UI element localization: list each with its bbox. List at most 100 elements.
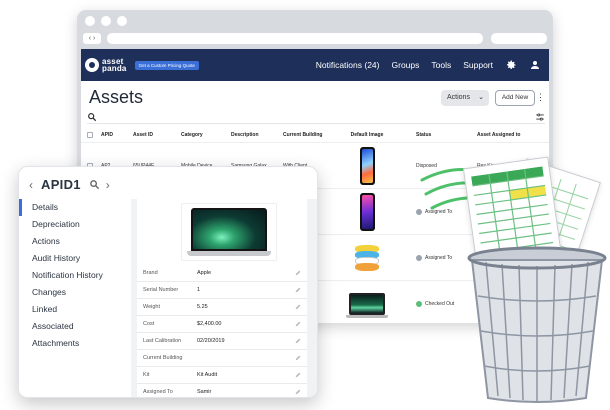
window-dot-minimize[interactable] — [101, 16, 111, 26]
panda-logo-icon — [85, 58, 99, 72]
status-dot — [416, 254, 422, 261]
cell-image — [346, 281, 388, 323]
field-label: Brand — [143, 270, 158, 276]
back-forward-buttons[interactable]: ‹ › — [83, 33, 101, 44]
laptop-image — [187, 208, 271, 256]
app-navbar: asset panda Get a Custom Pricing Quote N… — [81, 49, 549, 81]
field-row-serial-number[interactable]: Serial Number 1 — [137, 282, 307, 299]
col-assigned-to[interactable]: Asset Assigned to — [477, 127, 520, 142]
field-row-brand[interactable]: Brand Apple — [137, 265, 307, 282]
field-value: 5.25 — [197, 304, 208, 310]
trash-illustration — [420, 150, 610, 410]
marketing-illustration: ‹ › asset panda Get a Custom Pricing Quo… — [0, 0, 610, 410]
user-icon[interactable] — [529, 59, 541, 71]
trash-can-icon — [467, 246, 607, 403]
field-row-cost[interactable]: Cost $2,400.00 — [137, 316, 307, 333]
cell-image — [347, 189, 387, 234]
field-value: Samir — [197, 389, 212, 395]
field-value: 02/20/2019 — [197, 338, 225, 344]
nav-groups[interactable]: Groups — [392, 60, 420, 70]
col-apid[interactable]: APID — [101, 127, 113, 142]
table-header: APID Asset ID Category Description Curre… — [81, 127, 549, 143]
field-label: Assigned To — [143, 389, 173, 395]
next-record-button[interactable]: › — [106, 178, 110, 192]
gear-icon[interactable] — [505, 59, 517, 71]
window-dot-maximize[interactable] — [117, 16, 127, 26]
iphone-image — [359, 192, 375, 231]
sidebar-item-changes[interactable]: Changes — [19, 284, 137, 301]
field-label: Serial Number — [143, 287, 179, 293]
sidebar-item-associated[interactable]: Associated — [19, 318, 137, 335]
field-value: Kit Audit — [197, 372, 218, 378]
search-icon[interactable] — [89, 179, 100, 190]
detail-sidebar: Details Depreciation Actions Audit Histo… — [19, 199, 137, 352]
pencil-icon[interactable] — [295, 304, 301, 310]
detail-title: APID1 — [41, 177, 81, 192]
laptop-thumbnail-image — [346, 292, 388, 318]
field-row-current-building[interactable]: Current Building — [137, 350, 307, 367]
field-label: Cost — [143, 321, 155, 327]
status-dot — [416, 300, 422, 307]
nav-support[interactable]: Support — [463, 60, 493, 70]
field-row-kit[interactable]: Kit Kit Audit — [137, 367, 307, 384]
col-category[interactable]: Category — [181, 127, 203, 142]
field-value: Apple — [197, 270, 212, 276]
nav-tools[interactable]: Tools — [431, 60, 451, 70]
field-row-assigned-to[interactable]: Assigned To Samir — [137, 384, 307, 397]
field-value: $2,400.00 — [197, 321, 222, 327]
col-asset-id[interactable]: Asset ID — [133, 127, 153, 142]
sidebar-item-details[interactable]: Details — [19, 199, 137, 216]
field-label: Current Building — [143, 355, 183, 361]
pencil-icon[interactable] — [295, 270, 301, 276]
sidebar-item-attachments[interactable]: Attachments — [19, 335, 137, 352]
nav-notifications[interactable]: Notifications (24) — [316, 60, 380, 70]
col-default-image[interactable]: Default Image — [347, 127, 387, 142]
actions-label: Actions — [447, 94, 470, 101]
sidebar-item-actions[interactable]: Actions — [19, 233, 137, 250]
select-all-checkbox[interactable] — [87, 131, 93, 138]
pencil-icon[interactable] — [295, 355, 301, 361]
logo-text-bottom: panda — [102, 64, 127, 73]
col-current-building[interactable]: Current Building — [283, 127, 322, 142]
top-nav-links: Notifications (24) Groups Tools Support — [316, 59, 541, 71]
cell-image — [347, 143, 387, 188]
pencil-icon[interactable] — [295, 321, 301, 327]
filter-icon[interactable] — [535, 112, 545, 122]
pencil-icon[interactable] — [295, 287, 301, 293]
field-row-weight[interactable]: Weight 5.25 — [137, 299, 307, 316]
field-label: Last Calibration — [143, 338, 182, 344]
col-description[interactable]: Description — [231, 127, 259, 142]
browser-search-bar[interactable] — [491, 33, 547, 44]
detail-header: ‹ APID1 › — [29, 177, 110, 192]
field-value: 1 — [197, 287, 201, 293]
asset-photo[interactable] — [181, 203, 277, 261]
pricing-quote-button[interactable]: Get a Custom Pricing Quote — [134, 60, 199, 70]
window-dot-close[interactable] — [85, 16, 95, 26]
sidebar-item-linked[interactable]: Linked — [19, 301, 137, 318]
asset-detail-panel: ‹ APID1 › Details Depreciation Actions A… — [18, 166, 318, 398]
actions-dropdown[interactable]: Actions ⌄ — [441, 90, 489, 106]
sidebar-item-depreciation[interactable]: Depreciation — [19, 216, 137, 233]
window-controls — [85, 16, 127, 26]
prev-record-button[interactable]: ‹ — [29, 178, 33, 192]
sidebar-item-notification-history[interactable]: Notification History — [19, 267, 137, 284]
field-label: Kit — [143, 372, 150, 378]
asset-panda-logo[interactable]: asset panda — [85, 58, 127, 73]
pencil-icon[interactable] — [295, 338, 301, 344]
field-row-last-calibration[interactable]: Last Calibration 02/20/2019 — [137, 333, 307, 350]
search-icon[interactable] — [87, 112, 97, 122]
pencil-icon[interactable] — [295, 372, 301, 378]
cell-image — [347, 235, 387, 280]
page-title: Assets — [89, 87, 144, 107]
col-status[interactable]: Status — [416, 127, 431, 142]
field-label: Weight — [143, 304, 161, 310]
search-row — [87, 112, 545, 124]
sidebar-item-audit-history[interactable]: Audit History — [19, 250, 137, 267]
address-bar[interactable] — [107, 33, 483, 44]
add-new-button[interactable]: Add New — [495, 90, 535, 106]
colored-cups-image — [353, 243, 381, 273]
pencil-icon[interactable] — [295, 389, 301, 395]
detail-form: Brand Apple Serial Number 1 Weight 5.25 … — [137, 199, 307, 397]
samsung-phone-image — [359, 146, 375, 185]
more-vertical-icon[interactable]: ⋮ — [536, 92, 545, 102]
